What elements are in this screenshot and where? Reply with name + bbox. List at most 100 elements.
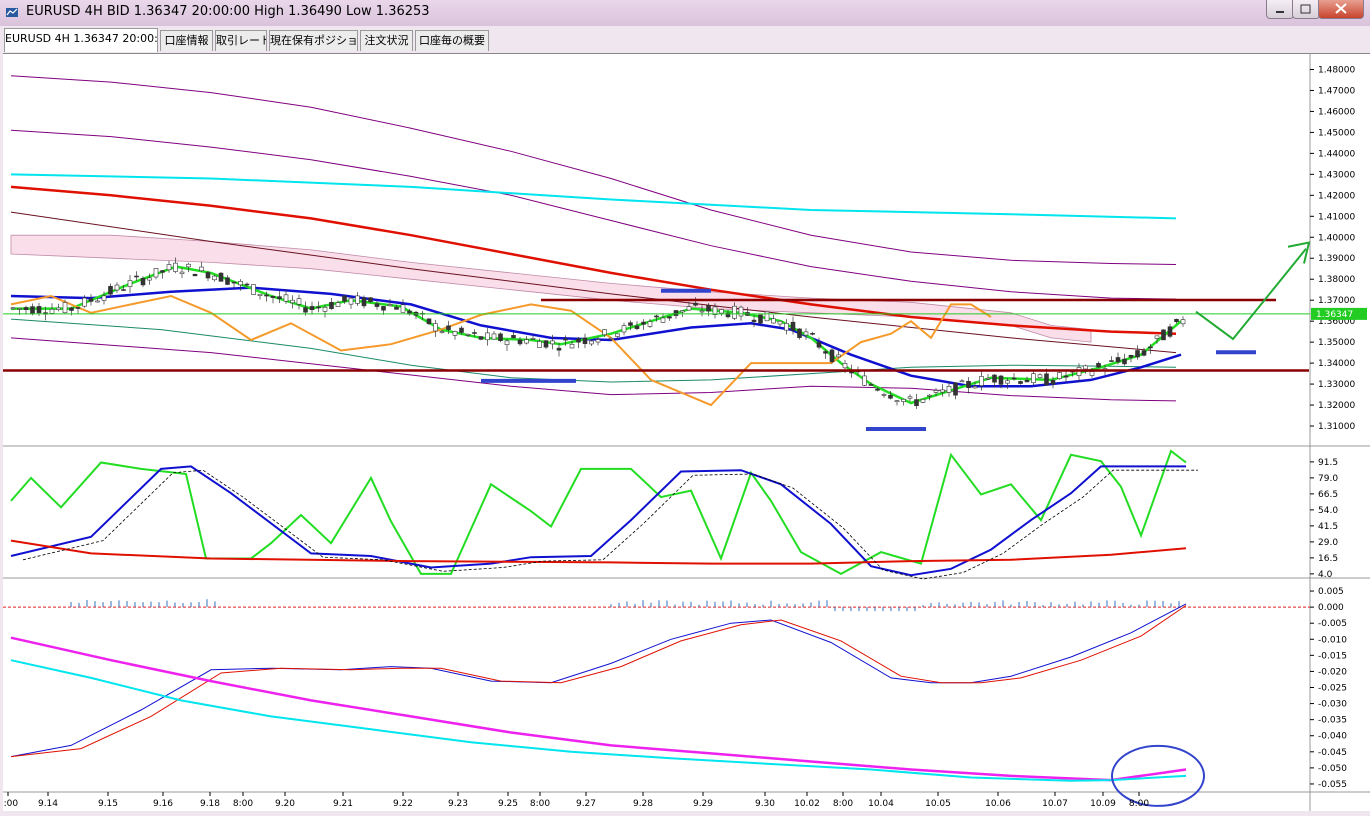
candle-body [166, 264, 172, 271]
candle-body [563, 338, 568, 341]
candle-body [69, 307, 74, 311]
candle-body [595, 339, 601, 343]
close-button[interactable] [1318, 0, 1364, 19]
candle-body [1063, 375, 1069, 378]
time-axis-label: 9.21 [333, 799, 353, 809]
candle-body [290, 299, 295, 304]
stoch-axis-label: 91.5 [1318, 458, 1338, 468]
candle-body [881, 394, 887, 396]
candle-body [758, 314, 763, 324]
macd-axis-label: -0.035 [1318, 716, 1347, 726]
candle-body [777, 320, 783, 325]
ichimoku-cloud [10, 234, 1092, 343]
candle-body [693, 302, 698, 306]
chart-area[interactable]: 1.48000 1.47000 1.46000 1.45000 1.44000 1.430… [0, 53, 1370, 811]
price-axis-label: 1.32000 [1318, 401, 1355, 411]
price-axis-label: 1.34000 [1318, 359, 1355, 369]
tab-positions[interactable]: 現在保有ポジション [269, 30, 358, 51]
macd-axis-label: -0.005 [1318, 619, 1347, 629]
time-axis-label: 10.05 [925, 799, 951, 809]
series-line-cyan_ma [10, 173, 1177, 220]
candle-body [511, 335, 516, 339]
candle-body [192, 273, 198, 277]
tab-account-info[interactable]: 口座情報 [160, 30, 213, 51]
candle-body [303, 307, 308, 313]
candle-body [901, 398, 906, 402]
macd-axis-label: -0.015 [1318, 651, 1347, 661]
time-axis-label: 8:00 [3, 799, 18, 809]
candle-body [959, 380, 965, 383]
candle-body [1109, 360, 1114, 362]
candle-body [771, 318, 776, 324]
candle-body [1122, 358, 1127, 365]
candle-body [1180, 319, 1186, 325]
candle-body [634, 325, 640, 329]
candle-body [621, 325, 627, 333]
candle-body [173, 262, 178, 272]
forecast-arrow [1195, 248, 1307, 341]
candle-body [868, 384, 874, 386]
candle-body [953, 382, 958, 396]
candle-body [426, 318, 432, 325]
price-axis-label: 1.38000 [1318, 275, 1355, 285]
macd-axis-label: -0.055 [1318, 780, 1347, 790]
minimize-button[interactable] [1266, 0, 1294, 19]
candle-body [686, 306, 692, 311]
candle-body [1115, 357, 1121, 363]
candle-body [764, 311, 770, 322]
series-line-magenta [10, 636, 1187, 782]
stoch-axis-label: 54.0 [1318, 506, 1338, 516]
price-axis-label: 1.48000 [1318, 65, 1355, 75]
candle-body [914, 399, 919, 406]
chart-canvas[interactable]: 1.48000 1.47000 1.46000 1.45000 1.44000 1.430… [0, 54, 1370, 811]
candle-body [225, 277, 230, 285]
candle-body [10, 307, 16, 310]
candle-body [706, 305, 711, 312]
macd-axis-label: 0.000 [1318, 603, 1344, 613]
candle-body [95, 300, 100, 303]
candle-body [179, 271, 185, 274]
candle-body [498, 333, 503, 342]
time-axis-label: 10.07 [1042, 799, 1068, 809]
candle-body [738, 306, 744, 317]
annotation-circle [1111, 744, 1205, 807]
stoch-axis-label: 66.5 [1318, 490, 1338, 500]
candle-body [491, 333, 497, 340]
candle-body [472, 332, 477, 334]
candle-body [972, 386, 978, 389]
candle-body [1024, 380, 1030, 383]
candle-body [1174, 318, 1179, 323]
candle-body [660, 317, 666, 323]
tab-orders[interactable]: 注文状況 [360, 30, 413, 51]
candle-body [576, 338, 581, 343]
candle-body [199, 266, 204, 272]
time-axis-label: 9.15 [98, 799, 118, 809]
candle-body [387, 304, 393, 306]
candle-body [862, 375, 867, 386]
candle-body [277, 296, 282, 299]
candle-body [966, 380, 971, 388]
candle-body [244, 283, 250, 286]
candle-body [140, 277, 146, 286]
time-axis-label: 9.18 [200, 799, 220, 809]
candle-body [309, 306, 315, 311]
candle-body [1011, 377, 1017, 380]
candle-body [62, 302, 68, 314]
tab-rates[interactable]: 取引レート [215, 30, 267, 51]
tab-chart[interactable]: EURUSD 4H 1.36347 20:00:00 [4, 28, 158, 52]
candle-body [160, 270, 165, 273]
maximize-button[interactable] [1292, 0, 1320, 19]
candle-body [1167, 326, 1173, 337]
candle-body [1135, 350, 1140, 358]
candle-body [153, 268, 159, 278]
price-axis-label: 1.45000 [1318, 128, 1355, 138]
macd-axis-label: -0.040 [1318, 732, 1347, 742]
candle-body [36, 306, 42, 314]
macd-axis-label: 0.005 [1318, 587, 1344, 597]
candle-body [556, 347, 562, 351]
candle-body [732, 305, 737, 319]
candle-body [647, 321, 653, 327]
candle-body [940, 389, 945, 393]
candle-body [251, 284, 256, 295]
tab-account-summary[interactable]: 口座毎の概要 [415, 30, 489, 51]
